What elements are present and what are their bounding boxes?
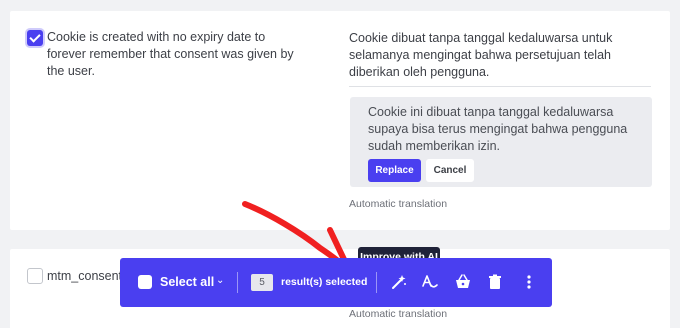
source-text: Cookie is created with no expiry date to… — [47, 30, 294, 78]
suggestion-text: Cookie ini dibuat tanpa tanggal kedaluwa… — [368, 105, 628, 153]
chevron-down-icon[interactable]: ⌄ — [216, 275, 224, 286]
select-all-label[interactable]: Select all — [160, 275, 214, 289]
source-text: mtm_consent — [47, 269, 123, 283]
row-checkbox-unchecked[interactable] — [27, 268, 43, 284]
select-all-checkbox[interactable] — [138, 275, 152, 289]
results-selected-label: result(s) selected — [281, 276, 368, 288]
ai-suggestion-box: Cookie ini dibuat tanpa tanggal kedaluwa… — [350, 97, 652, 187]
replace-button[interactable]: Replace — [368, 159, 421, 182]
row-checkbox-checked[interactable] — [27, 30, 43, 46]
bulk-action-toolbar: Select all ⌄ 5 result(s) selected — [120, 258, 552, 307]
automatic-translation-label: Automatic translation — [349, 198, 448, 210]
selected-count-badge: 5 — [251, 274, 273, 291]
basket-icon[interactable] — [454, 273, 472, 291]
more-vertical-icon[interactable] — [520, 273, 538, 291]
improve-ai-icon[interactable] — [390, 273, 408, 291]
translation-text[interactable]: Cookie dibuat tanpa tanggal kedaluwarsa … — [349, 30, 649, 81]
automatic-translation-label: Automatic translation — [349, 308, 448, 320]
divider — [349, 86, 651, 87]
toolbar-separator — [237, 272, 238, 293]
cancel-button[interactable]: Cancel — [426, 159, 474, 182]
spellcheck-icon[interactable] — [421, 273, 439, 291]
toolbar-separator — [376, 272, 377, 293]
trash-icon[interactable] — [486, 273, 504, 291]
